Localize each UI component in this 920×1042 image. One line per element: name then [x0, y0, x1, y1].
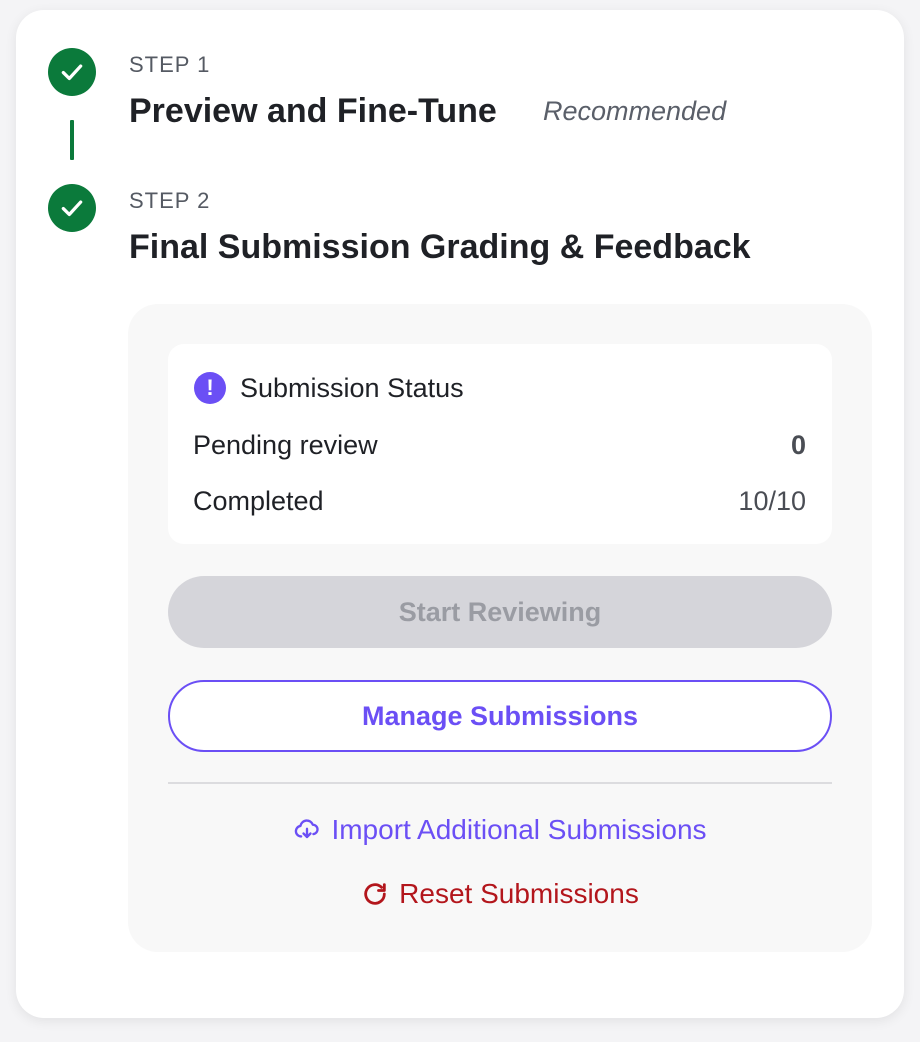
exclamation-icon: ! [194, 372, 226, 404]
status-row-completed: Completed 10/10 [193, 486, 806, 517]
reset-submissions-link[interactable]: Reset Submissions [128, 878, 872, 910]
status-header: ! Submission Status [194, 372, 464, 404]
cloud-upload-icon [293, 816, 321, 844]
step-2-label: STEP 2 [129, 188, 211, 213]
step-1-title: Preview and Fine-Tune [129, 92, 497, 130]
refresh-icon [361, 880, 389, 908]
start-reviewing-button[interactable]: Start Reviewing [168, 576, 832, 648]
submission-status-box: ! Submission Status Pending review 0 Com… [168, 344, 832, 544]
pending-label: Pending review [193, 430, 378, 460]
completed-label: Completed [193, 486, 324, 516]
step-2-check-icon [48, 184, 96, 232]
step-1-check-icon [48, 48, 96, 96]
import-submissions-link[interactable]: Import Additional Submissions [128, 814, 872, 846]
manage-submissions-button[interactable]: Manage Submissions [168, 680, 832, 752]
divider [168, 782, 832, 784]
submission-panel: ! Submission Status Pending review 0 Com… [128, 304, 872, 952]
reset-link-label: Reset Submissions [399, 878, 639, 909]
pending-value: 0 [790, 430, 806, 460]
recommended-tag: Recommended [543, 96, 727, 126]
step-connector [70, 120, 74, 160]
status-row-pending: Pending review 0 [193, 430, 806, 461]
step-1-label: STEP 1 [129, 52, 211, 77]
status-title: Submission Status [240, 372, 464, 403]
step-2-title: Final Submission Grading & Feedback [129, 228, 751, 266]
steps-card: STEP 1 Preview and Fine-Tune Recommended… [16, 10, 904, 1018]
completed-value: 10/10 [738, 486, 806, 516]
import-link-label: Import Additional Submissions [331, 814, 707, 845]
